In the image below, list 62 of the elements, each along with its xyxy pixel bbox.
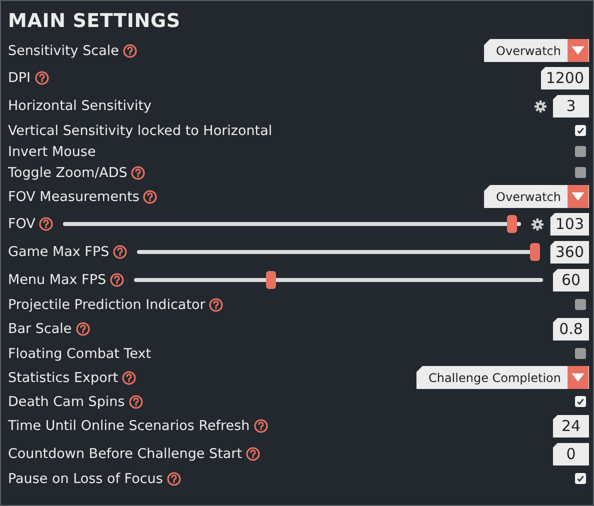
setting-label: Toggle Zoom/ADS [8, 164, 128, 180]
help-icon[interactable] [122, 370, 136, 384]
setting-label: Sensitivity Scale [8, 42, 119, 58]
gear-icon[interactable] [531, 218, 544, 230]
value-field[interactable]: 3 [553, 94, 589, 118]
setting-label: Menu Max FPS [8, 272, 106, 288]
value-field[interactable]: 1200 [540, 66, 589, 90]
checkbox[interactable] [575, 125, 586, 136]
value-field[interactable]: 0.8 [553, 318, 589, 340]
value-field[interactable]: 360 [550, 240, 589, 264]
checkbox[interactable] [575, 167, 586, 178]
help-icon[interactable] [128, 394, 143, 408]
checkbox[interactable] [575, 146, 586, 157]
checkbox[interactable] [575, 348, 586, 359]
help-icon[interactable] [76, 322, 90, 336]
help-icon[interactable] [254, 419, 268, 433]
help-icon[interactable] [143, 190, 158, 204]
setting-label: Invert Mouse [8, 144, 96, 160]
setting-label: Bar Scale [8, 321, 72, 337]
slider-thumb[interactable] [530, 243, 540, 261]
setting-label: Time Until Online Scenarios Refresh [8, 418, 250, 434]
caret-icon[interactable] [567, 366, 589, 389]
help-icon[interactable] [122, 44, 137, 58]
help-icon[interactable] [39, 217, 54, 231]
setting-label: Game Max FPS [8, 244, 110, 260]
help-icon[interactable] [246, 447, 260, 461]
value-field[interactable]: 103 [550, 212, 589, 236]
gear-icon[interactable] [534, 100, 547, 112]
setting-label: FOV Measurements [8, 188, 140, 204]
value-field[interactable]: 24 [553, 414, 589, 438]
caret-icon[interactable] [567, 39, 589, 62]
dropdown[interactable]: Challenge Completion [416, 366, 589, 389]
setting-label: Pause on Loss of Focus [8, 470, 163, 486]
dropdown[interactable]: Overwatch [484, 39, 589, 62]
setting-label: Floating Combat Text [8, 346, 152, 362]
help-icon[interactable] [113, 245, 128, 259]
slider-thumb[interactable] [266, 271, 276, 289]
setting-label: FOV [8, 216, 36, 232]
value-field[interactable]: 60 [553, 268, 589, 292]
slider[interactable] [63, 215, 522, 233]
checkbox[interactable] [575, 396, 586, 407]
setting-label: DPI [8, 70, 31, 86]
help-icon[interactable] [166, 472, 181, 486]
help-icon[interactable] [209, 298, 224, 312]
setting-label: Death Cam Spins [8, 394, 125, 410]
slider[interactable] [134, 271, 543, 289]
slider[interactable] [137, 243, 540, 261]
help-icon[interactable] [110, 273, 124, 287]
setting-label: Projectile Prediction Indicator [8, 296, 206, 312]
setting-label: Statistics Export [8, 370, 118, 386]
dropdown[interactable]: Overwatch [484, 185, 589, 208]
help-icon[interactable] [131, 166, 146, 180]
setting-label: Vertical Sensitivity locked to Horizontal [8, 122, 272, 138]
help-icon[interactable] [34, 71, 49, 85]
checkbox[interactable] [575, 473, 586, 484]
setting-label: Countdown Before Challenge Start [8, 446, 242, 462]
checkbox[interactable] [575, 299, 586, 310]
panel-title: MAIN SETTINGS [7, 9, 182, 34]
slider-thumb[interactable] [506, 215, 517, 233]
value-field[interactable]: 0 [553, 442, 589, 466]
caret-icon[interactable] [567, 185, 589, 208]
setting-label: Horizontal Sensitivity [8, 98, 152, 114]
